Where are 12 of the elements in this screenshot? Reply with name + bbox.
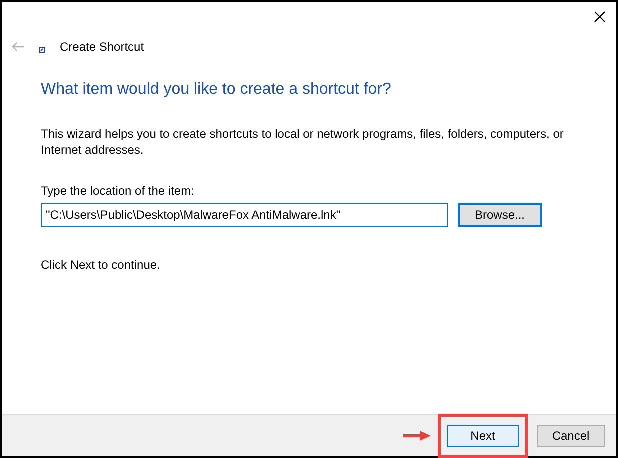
shortcut-icon [39, 47, 45, 53]
wizard-heading: What item would you like to create a shortcut for? [41, 80, 392, 100]
dialog-button[interactable]: Next [447, 424, 519, 446]
hint-text: Click Next to continue. [41, 257, 162, 274]
browse-button[interactable]: Browse... [458, 203, 542, 227]
description-text: This wizard helps you to create shortcuts to local or network programs, files, folders, computers, or Internet addresses. [41, 126, 565, 158]
dialog-button[interactable]: Cancel [537, 424, 605, 446]
field-label: Type the location of the item: [41, 183, 196, 200]
close-icon[interactable] [594, 11, 606, 23]
window-title: Create Shortcut [60, 39, 144, 56]
location-field[interactable]: "C:\Users\Public\Desktop\MalwareFox AntiMalware.lnk" [41, 203, 448, 227]
annotation-arrow [402, 430, 432, 442]
